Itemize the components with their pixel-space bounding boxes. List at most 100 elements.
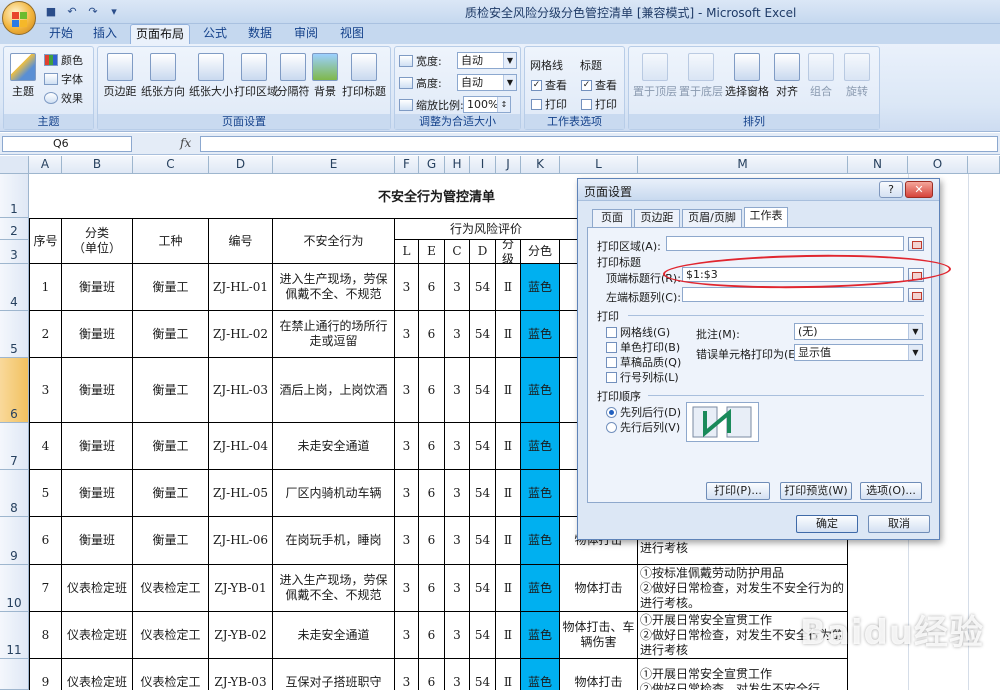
cancel-button[interactable]: 取消 — [868, 515, 930, 533]
print-area-input[interactable] — [666, 236, 904, 251]
draft-quality-checkbox[interactable]: 草稿品质(Q) — [606, 354, 681, 370]
cell-d[interactable]: 54 — [470, 423, 496, 470]
cell-category[interactable]: 衡量班 — [62, 517, 133, 565]
header-job[interactable]: 工种 — [133, 218, 209, 264]
cell-job[interactable]: 衡量工 — [133, 264, 209, 311]
cell-color[interactable]: 蓝色 — [521, 659, 560, 690]
cell-c[interactable]: 3 — [445, 517, 470, 565]
collapse-dialog-icon[interactable] — [908, 268, 924, 282]
cell-seq[interactable]: 8 — [29, 612, 62, 659]
cell-behavior[interactable]: 在岗玩手机，睡岗 — [273, 517, 395, 565]
black-white-checkbox[interactable]: 单色打印(B) — [606, 339, 680, 355]
cell-code[interactable]: ZJ-HL-06 — [209, 517, 273, 565]
cell-seq[interactable]: 3 — [29, 358, 62, 423]
tab-page[interactable]: 页面 — [592, 209, 632, 227]
header-c[interactable]: C — [445, 240, 470, 264]
cell-job[interactable]: 衡量工 — [133, 358, 209, 423]
cell-color[interactable]: 蓝色 — [521, 358, 560, 423]
chevron-down-icon[interactable]: ▼ — [908, 345, 922, 360]
header-behavior[interactable]: 不安全行为 — [273, 218, 395, 264]
cell-seq[interactable]: 2 — [29, 311, 62, 358]
cell-code[interactable]: ZJ-YB-03 — [209, 659, 273, 690]
cell-color[interactable]: 蓝色 — [521, 423, 560, 470]
cell-l[interactable]: 3 — [395, 565, 419, 612]
options-button[interactable]: 选项(O)... — [860, 482, 922, 500]
cell-seq[interactable]: 4 — [29, 423, 62, 470]
cell-e[interactable]: 6 — [419, 423, 445, 470]
cell-hazard[interactable]: 物体打击 — [560, 565, 638, 612]
cell-d[interactable]: 54 — [470, 659, 496, 690]
cell-color[interactable]: 蓝色 — [521, 470, 560, 517]
cell-d[interactable]: 54 — [470, 264, 496, 311]
cell-seq[interactable]: 7 — [29, 565, 62, 612]
cell-l[interactable]: 3 — [395, 517, 419, 565]
cell-l[interactable]: 3 — [395, 358, 419, 423]
cell-d[interactable]: 54 — [470, 612, 496, 659]
gridlines-checkbox[interactable]: 网格线(G) — [606, 324, 670, 340]
cell-c[interactable]: 3 — [445, 659, 470, 690]
cell-grade[interactable]: Ⅱ — [496, 358, 521, 423]
cell-job[interactable]: 仪表检定工 — [133, 612, 209, 659]
cell-behavior[interactable]: 在禁止通行的场所行走或逗留 — [273, 311, 395, 358]
comments-select[interactable]: (无) ▼ — [794, 323, 923, 340]
cell-l[interactable]: 3 — [395, 612, 419, 659]
errors-select[interactable]: 显示值 ▼ — [794, 344, 923, 361]
cell-seq[interactable]: 1 — [29, 264, 62, 311]
header-color[interactable]: 分色 — [521, 240, 560, 264]
header-l[interactable]: L — [395, 240, 419, 264]
cell-c[interactable]: 3 — [445, 358, 470, 423]
cell-behavior[interactable]: 进入生产现场，劳保佩戴不全、不规范 — [273, 264, 395, 311]
cell-grade[interactable]: Ⅱ — [496, 470, 521, 517]
collapse-dialog-icon[interactable] — [908, 288, 924, 302]
print-preview-button[interactable]: 打印预览(W) — [780, 482, 852, 500]
office-button[interactable] — [2, 1, 36, 35]
cell-category[interactable]: 衡量班 — [62, 470, 133, 517]
cell-seq[interactable]: 5 — [29, 470, 62, 517]
cell-c[interactable]: 3 — [445, 565, 470, 612]
cell-category[interactable]: 衡量班 — [62, 423, 133, 470]
collapse-dialog-icon[interactable] — [908, 237, 924, 251]
cell-behavior[interactable]: 未走安全通道 — [273, 612, 395, 659]
cell-behavior[interactable]: 未走安全通道 — [273, 423, 395, 470]
cell-color[interactable]: 蓝色 — [521, 264, 560, 311]
tab-margins[interactable]: 页边距 — [634, 209, 680, 227]
cell-d[interactable]: 54 — [470, 470, 496, 517]
cell-l[interactable]: 3 — [395, 659, 419, 690]
cell-c[interactable]: 3 — [445, 311, 470, 358]
left-columns-input[interactable] — [682, 287, 904, 302]
cell-behavior[interactable]: 酒后上岗，上岗饮酒 — [273, 358, 395, 423]
cell-e[interactable]: 6 — [419, 358, 445, 423]
ok-button[interactable]: 确定 — [796, 515, 858, 533]
cell-hazard[interactable]: 物体打击 — [560, 659, 638, 690]
cell-behavior[interactable]: 进入生产现场，劳保佩戴不全、不规范 — [273, 565, 395, 612]
sheet-title[interactable]: 不安全行为管控清单 — [378, 186, 495, 205]
cell-l[interactable]: 3 — [395, 423, 419, 470]
cell-e[interactable]: 6 — [419, 659, 445, 690]
cell-job[interactable]: 衡量工 — [133, 423, 209, 470]
cell-color[interactable]: 蓝色 — [521, 565, 560, 612]
cell-category[interactable]: 仪表检定班 — [62, 659, 133, 690]
cell-e[interactable]: 6 — [419, 470, 445, 517]
cell-hazard[interactable]: 物体打击、车辆伤害 — [560, 612, 638, 659]
cell-c[interactable]: 3 — [445, 264, 470, 311]
cell-code[interactable]: ZJ-HL-05 — [209, 470, 273, 517]
top-rows-input[interactable]: $1:$3 — [682, 267, 904, 282]
cell-seq[interactable]: 9 — [29, 659, 62, 690]
cell-category[interactable]: 仪表检定班 — [62, 612, 133, 659]
help-button[interactable]: ? — [879, 181, 903, 198]
cell-code[interactable]: ZJ-YB-01 — [209, 565, 273, 612]
cell-d[interactable]: 54 — [470, 311, 496, 358]
cell-e[interactable]: 6 — [419, 517, 445, 565]
cell-job[interactable]: 衡量工 — [133, 470, 209, 517]
cell-grade[interactable]: Ⅱ — [496, 565, 521, 612]
header-seq[interactable]: 序号 — [29, 218, 62, 264]
header-e[interactable]: E — [419, 240, 445, 264]
cell-c[interactable]: 3 — [445, 423, 470, 470]
print-button[interactable]: 打印(P)... — [706, 482, 770, 500]
cell-d[interactable]: 54 — [470, 565, 496, 612]
cell-category[interactable]: 仪表检定班 — [62, 565, 133, 612]
cell-behavior[interactable]: 互保对子搭班职守 — [273, 659, 395, 690]
cell-grade[interactable]: Ⅱ — [496, 423, 521, 470]
cell-measures[interactable]: ①开展日常安全宣贯工作 ②做好日常检查，对发生不安全行 — [638, 659, 848, 690]
cell-category[interactable]: 衡量班 — [62, 311, 133, 358]
